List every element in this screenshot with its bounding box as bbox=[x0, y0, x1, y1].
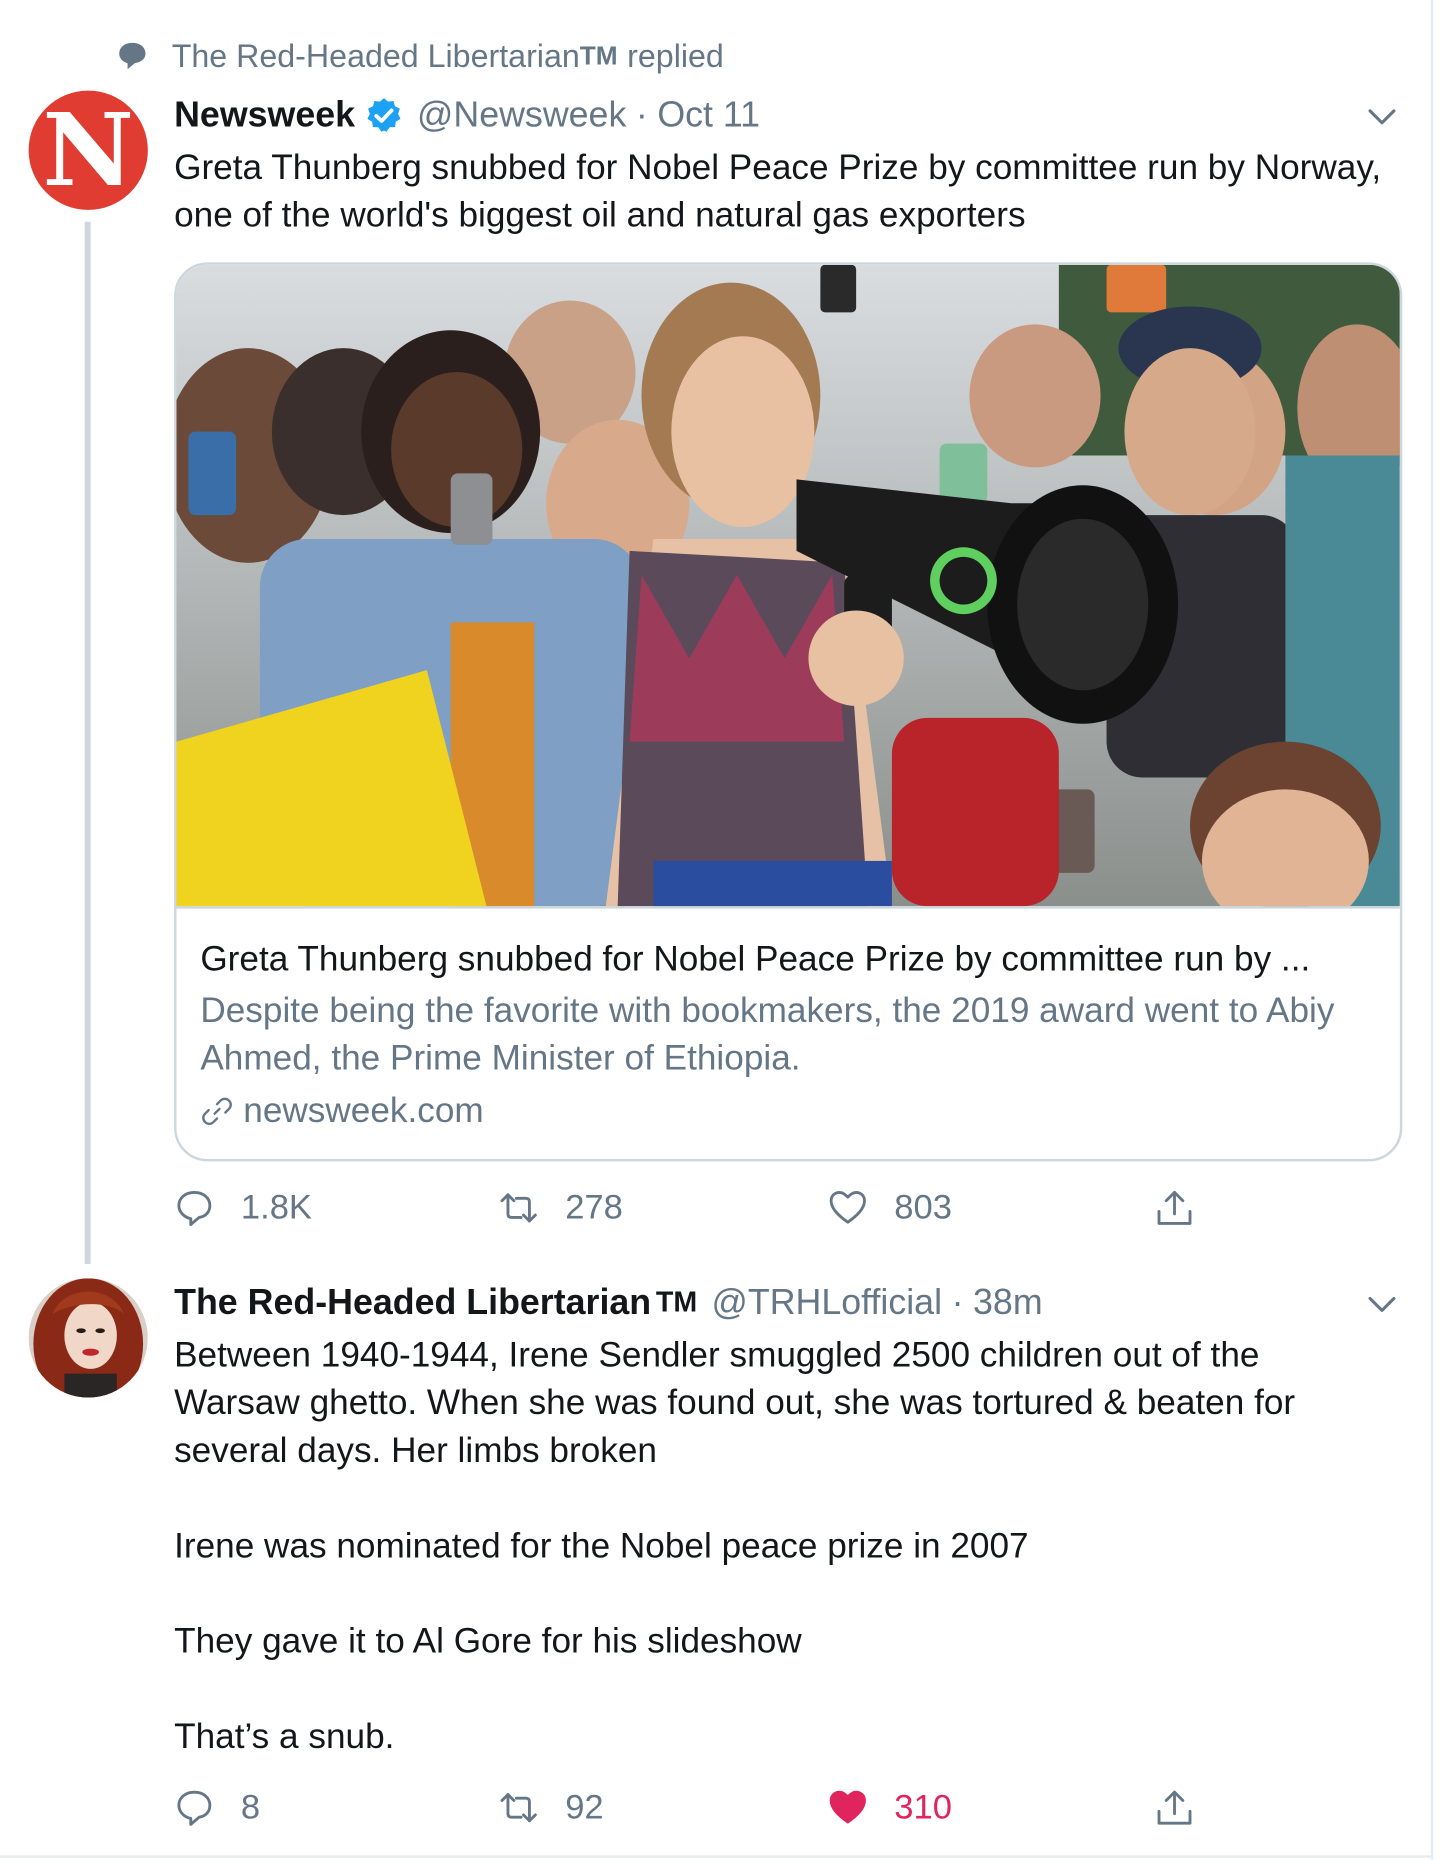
retweet-icon bbox=[500, 1193, 537, 1223]
like-button[interactable]: 310 bbox=[828, 1784, 952, 1832]
like-count: 310 bbox=[894, 1788, 953, 1827]
share-button[interactable] bbox=[1154, 1184, 1221, 1232]
avatar-photo bbox=[28, 1278, 148, 1398]
like-button[interactable]: 803 bbox=[828, 1184, 952, 1232]
retweet-button[interactable]: 278 bbox=[498, 1184, 623, 1232]
link-card[interactable]: Greta Thunberg snubbed for Nobel Peace P… bbox=[174, 262, 1403, 1162]
avatar-trhlofficial[interactable] bbox=[28, 1278, 148, 1398]
heart-icon bbox=[829, 1190, 866, 1224]
action-bar-trh: 8 92 310 bbox=[174, 1784, 1271, 1832]
heart-icon bbox=[829, 1790, 866, 1824]
reply-count: 8 bbox=[240, 1788, 261, 1827]
retweet-button[interactable]: 92 bbox=[498, 1784, 604, 1832]
tweet-text: Between 1940-1944, Irene Sendler smuggle… bbox=[174, 1332, 1390, 1761]
chevron-down-icon[interactable] bbox=[1364, 1293, 1400, 1317]
separator: · bbox=[635, 95, 648, 135]
retweet-count: 92 bbox=[565, 1788, 604, 1827]
verified-badge-icon bbox=[367, 98, 401, 132]
share-button[interactable] bbox=[1154, 1784, 1221, 1832]
retweet-count: 278 bbox=[565, 1188, 623, 1227]
author-handle[interactable]: @TRHLofficial bbox=[712, 1283, 942, 1324]
action-bar-newsweek: 1.8K 278 803 bbox=[174, 1184, 1271, 1232]
chevron-down-icon[interactable] bbox=[1364, 105, 1400, 129]
card-description: Despite being the favorite with bookmake… bbox=[200, 990, 1335, 1078]
thread-line bbox=[84, 221, 91, 1264]
tweet-paragraph: That’s a snub. bbox=[174, 1717, 395, 1757]
author-name[interactable]: Newsweek bbox=[174, 95, 355, 136]
avatar-newsweek[interactable]: N bbox=[28, 90, 148, 210]
author-handle[interactable]: @Newsweek bbox=[417, 95, 626, 136]
tweet-paragraph: They gave it to Al Gore for his slidesho… bbox=[174, 1621, 802, 1662]
tweet-divider bbox=[0, 1855, 1434, 1858]
social-context[interactable]: The Red-Headed Libertarian TM replied bbox=[117, 36, 724, 77]
author-tm: TM bbox=[655, 1286, 698, 1319]
author-name[interactable]: The Red-Headed Libertarian bbox=[174, 1283, 651, 1324]
tweet-paragraph: Between 1940-1944, Irene Sendler smuggle… bbox=[174, 1335, 1296, 1471]
tweet-paragraph: Irene was nominated for the Nobel peace … bbox=[174, 1526, 1029, 1566]
share-icon bbox=[1157, 1790, 1192, 1825]
tweet-time[interactable]: Oct 11 bbox=[657, 95, 760, 136]
link-icon bbox=[202, 1097, 232, 1126]
like-count: 803 bbox=[894, 1188, 953, 1227]
reply-icon bbox=[177, 1790, 212, 1826]
tweet-time[interactable]: 38m bbox=[973, 1283, 1043, 1324]
reply-button[interactable]: 8 bbox=[174, 1784, 260, 1832]
tweet-header-newsweek: Newsweek @Newsweek · Oct 11 bbox=[174, 92, 760, 140]
context-tm: TM bbox=[579, 40, 618, 71]
share-icon bbox=[1157, 1190, 1192, 1225]
reply-count: 1.8K bbox=[240, 1188, 313, 1227]
retweet-icon bbox=[500, 1793, 537, 1823]
card-image[interactable] bbox=[176, 264, 1400, 909]
card-domain[interactable]: newsweek.com bbox=[200, 1087, 484, 1135]
card-photo bbox=[176, 264, 1400, 907]
reply-icon bbox=[177, 1190, 212, 1227]
reply-button[interactable]: 1.8K bbox=[174, 1184, 312, 1232]
separator: · bbox=[951, 1283, 964, 1323]
timeline-canvas: The Red-Headed Libertarian TM replied N … bbox=[0, 0, 1439, 1860]
card-domain-text: newsweek.com bbox=[243, 1091, 484, 1131]
card-title[interactable]: Greta Thunberg snubbed for Nobel Peace P… bbox=[200, 936, 1380, 984]
context-verb: replied bbox=[627, 37, 724, 74]
speech-bubble-icon bbox=[119, 42, 146, 70]
tweet-text-body: Greta Thunberg snubbed for Nobel Peace P… bbox=[174, 147, 1382, 235]
avatar-letter: N bbox=[42, 90, 135, 209]
tweet-text: Greta Thunberg snubbed for Nobel Peace P… bbox=[174, 144, 1390, 239]
column-border bbox=[1430, 0, 1434, 1860]
tweet-header-trh: The Red-Headed Libertarian TM @TRHLoffic… bbox=[174, 1279, 1043, 1327]
context-name[interactable]: The Red-Headed Libertarian bbox=[172, 38, 580, 75]
